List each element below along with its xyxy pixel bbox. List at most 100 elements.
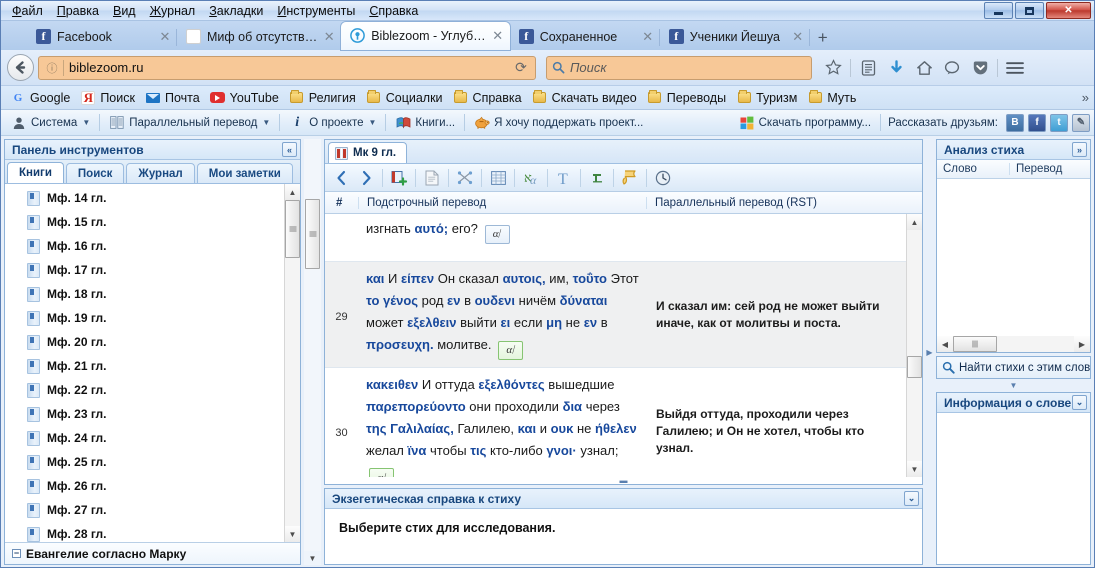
verse-list[interactable]: скрыто изгнать αυτό; его? α⁄: [325, 214, 906, 477]
bookmarks-overflow-icon[interactable]: »: [1082, 90, 1089, 105]
sidebar-tab-journal[interactable]: Журнал: [126, 163, 195, 184]
list-item[interactable]: Мф. 26 гл.: [5, 474, 284, 498]
verse-interlinear[interactable]: κακειθεν И оттуда εξελθόντες вышедшие πα…: [358, 368, 646, 477]
book-group-footer[interactable]: − Евангелие согласно Марку: [5, 542, 300, 564]
list-item[interactable]: Мф. 23 гл.: [5, 402, 284, 426]
table-icon[interactable]: [486, 167, 510, 189]
interlinear-token-greek[interactable]: προσευχη.: [366, 337, 434, 352]
bookmark-youtube[interactable]: YouTube: [205, 88, 284, 108]
share-twitter-button[interactable]: t: [1050, 113, 1068, 132]
url-bar[interactable]: ⓘ biblezoom.ru ⟳: [38, 55, 536, 80]
history-clock-icon[interactable]: [651, 167, 675, 189]
strong-number-button[interactable]: α⁄: [369, 468, 394, 477]
interlinear-token-greek[interactable]: της Γαλιλαίας,: [366, 421, 454, 436]
text-icon[interactable]: T: [552, 167, 576, 189]
maximize-button[interactable]: [1015, 2, 1044, 19]
bookmark-folder-mut[interactable]: Муть: [802, 88, 861, 108]
toolbar-item-support[interactable]: Я хочу поддержать проект...: [468, 113, 649, 133]
new-tab-button[interactable]: +: [810, 26, 836, 50]
interlinear-token-greek[interactable]: κακειθεν: [366, 377, 418, 392]
toolbar-item-parallel[interactable]: Параллельный перевод ▼: [103, 113, 276, 133]
interlinear-token-greek[interactable]: τις: [470, 443, 486, 458]
sidebar-tab-books[interactable]: Книги: [7, 162, 64, 184]
interlinear-token-greek[interactable]: εν: [447, 293, 460, 308]
scroll-down-arrow[interactable]: ▼: [907, 461, 922, 477]
menu-item-help[interactable]: Справка: [362, 2, 425, 20]
list-item[interactable]: Мф. 19 гл.: [5, 306, 284, 330]
interlinear-token-greek[interactable]: ϊνα: [408, 443, 427, 458]
interlinear-token-greek[interactable]: τοΰτο: [573, 271, 607, 286]
add-book-icon[interactable]: [387, 167, 411, 189]
search-bar[interactable]: Поиск: [546, 55, 812, 80]
interlinear-token-greek[interactable]: αυτοις,: [503, 271, 546, 286]
bookmark-folder-perevody[interactable]: Переводы: [642, 88, 731, 108]
bookmark-folder-socialki[interactable]: Социалки: [361, 88, 448, 108]
download-program-button[interactable]: Скачать программу...: [733, 113, 877, 133]
interlinear-token-greek[interactable]: εξελθόντες: [478, 377, 544, 392]
sidebar-outer-scrollbar[interactable]: ▼: [304, 139, 321, 565]
table-row[interactable]: скрыто изгнать αυτό; его? α⁄: [325, 214, 906, 263]
analysis-hscrollbar[interactable]: ◀ ▶: [937, 336, 1090, 353]
page-icon[interactable]: [420, 167, 444, 189]
expand-word-info-button[interactable]: ⌄: [1072, 395, 1087, 411]
find-verses-button[interactable]: Найти стихи с этим слов: [936, 356, 1091, 380]
list-item[interactable]: Мф. 27 гл.: [5, 498, 284, 522]
sidebar-scrollbar[interactable]: ▲ ▼: [284, 184, 300, 542]
list-item[interactable]: Мф. 24 гл.: [5, 426, 284, 450]
table-row[interactable]: 29 και И είπεν Он сказал αυτοις, им, τοΰ…: [325, 262, 906, 368]
back-button[interactable]: [7, 54, 34, 82]
bookmark-star-icon[interactable]: [820, 55, 846, 81]
close-button[interactable]: ✕: [1046, 2, 1091, 19]
bookmark-yandex[interactable]: Я Поиск: [75, 88, 140, 108]
bookmark-folder-video[interactable]: Скачать видео: [527, 88, 642, 108]
scroll-thumb[interactable]: [305, 199, 320, 270]
tab-mif[interactable]: Миф об отсутств… ✕: [177, 24, 342, 50]
strong-number-button[interactable]: α⁄: [484, 224, 510, 244]
list-item[interactable]: Мф. 25 гл.: [5, 450, 284, 474]
hebrew-icon[interactable]: [585, 167, 609, 189]
right-panel-splitter[interactable]: ▼: [936, 381, 1091, 390]
scroll-down-arrow[interactable]: ▼: [304, 551, 321, 565]
share-vk-button[interactable]: В: [1006, 113, 1024, 132]
close-icon[interactable]: ✕: [490, 28, 506, 44]
list-item[interactable]: Мф. 28 гл.: [5, 522, 284, 542]
collapse-sidebar-button[interactable]: «: [282, 142, 297, 158]
library-icon[interactable]: [855, 55, 881, 81]
verse-scrollbar[interactable]: ▲ ▼: [906, 214, 922, 477]
downloads-icon[interactable]: [883, 55, 909, 81]
scroll-thumb[interactable]: [907, 356, 922, 379]
bookmark-folder-spravka[interactable]: Справка: [448, 88, 527, 108]
bookmark-google[interactable]: G Google: [5, 88, 75, 108]
prev-arrow-icon[interactable]: [329, 167, 353, 189]
minimize-button[interactable]: [984, 2, 1013, 19]
interlinear-token-greek[interactable]: ήθελεν: [595, 421, 637, 436]
interlinear-token-greek[interactable]: παρεπορεύοντο: [366, 399, 466, 414]
list-item[interactable]: Мф. 22 гл.: [5, 378, 284, 402]
close-icon[interactable]: ✕: [640, 29, 656, 45]
list-item[interactable]: Мф. 21 гл.: [5, 354, 284, 378]
menu-item-file[interactable]: Файл: [5, 2, 50, 20]
close-icon[interactable]: ✕: [321, 29, 337, 45]
scroll-track[interactable]: [953, 336, 1074, 353]
document-tab-mk9[interactable]: Мк 9 гл.: [328, 142, 408, 164]
menu-item-bookmarks[interactable]: Закладки: [202, 2, 270, 20]
interlinear-token-greek[interactable]: είπεν: [401, 271, 434, 286]
verse-interlinear[interactable]: και И είπεν Он сказал αυτοις, им, τοΰτο …: [358, 262, 646, 367]
menu-hamburger-icon[interactable]: [1002, 55, 1028, 81]
interlinear-token-greek[interactable]: το γένος: [366, 293, 418, 308]
share-other-button[interactable]: ✎: [1072, 113, 1090, 132]
table-row[interactable]: 30 κακειθεν И оттуда εξελθόντες вышедшие…: [325, 368, 906, 477]
verse-interlinear[interactable]: скрыто изгнать αυτό; его? α⁄: [358, 214, 646, 261]
toolbar-item-about[interactable]: i О проекте ▼: [283, 113, 382, 133]
scroll-icon[interactable]: [618, 167, 642, 189]
scroll-thumb[interactable]: [953, 336, 997, 353]
scroll-down-arrow[interactable]: ▼: [285, 526, 300, 542]
sidebar-tab-search[interactable]: Поиск: [65, 163, 125, 184]
interlinear-token-greek[interactable]: δύναται: [560, 293, 608, 308]
scroll-thumb[interactable]: [285, 200, 300, 259]
interlinear-token-greek[interactable]: δια: [563, 399, 583, 414]
scroll-up-arrow[interactable]: ▲: [285, 184, 300, 201]
interlinear-token-greek[interactable]: γνοι·: [546, 443, 576, 458]
reload-icon[interactable]: ⟳: [511, 59, 531, 76]
menu-item-edit[interactable]: Правка: [50, 2, 106, 20]
